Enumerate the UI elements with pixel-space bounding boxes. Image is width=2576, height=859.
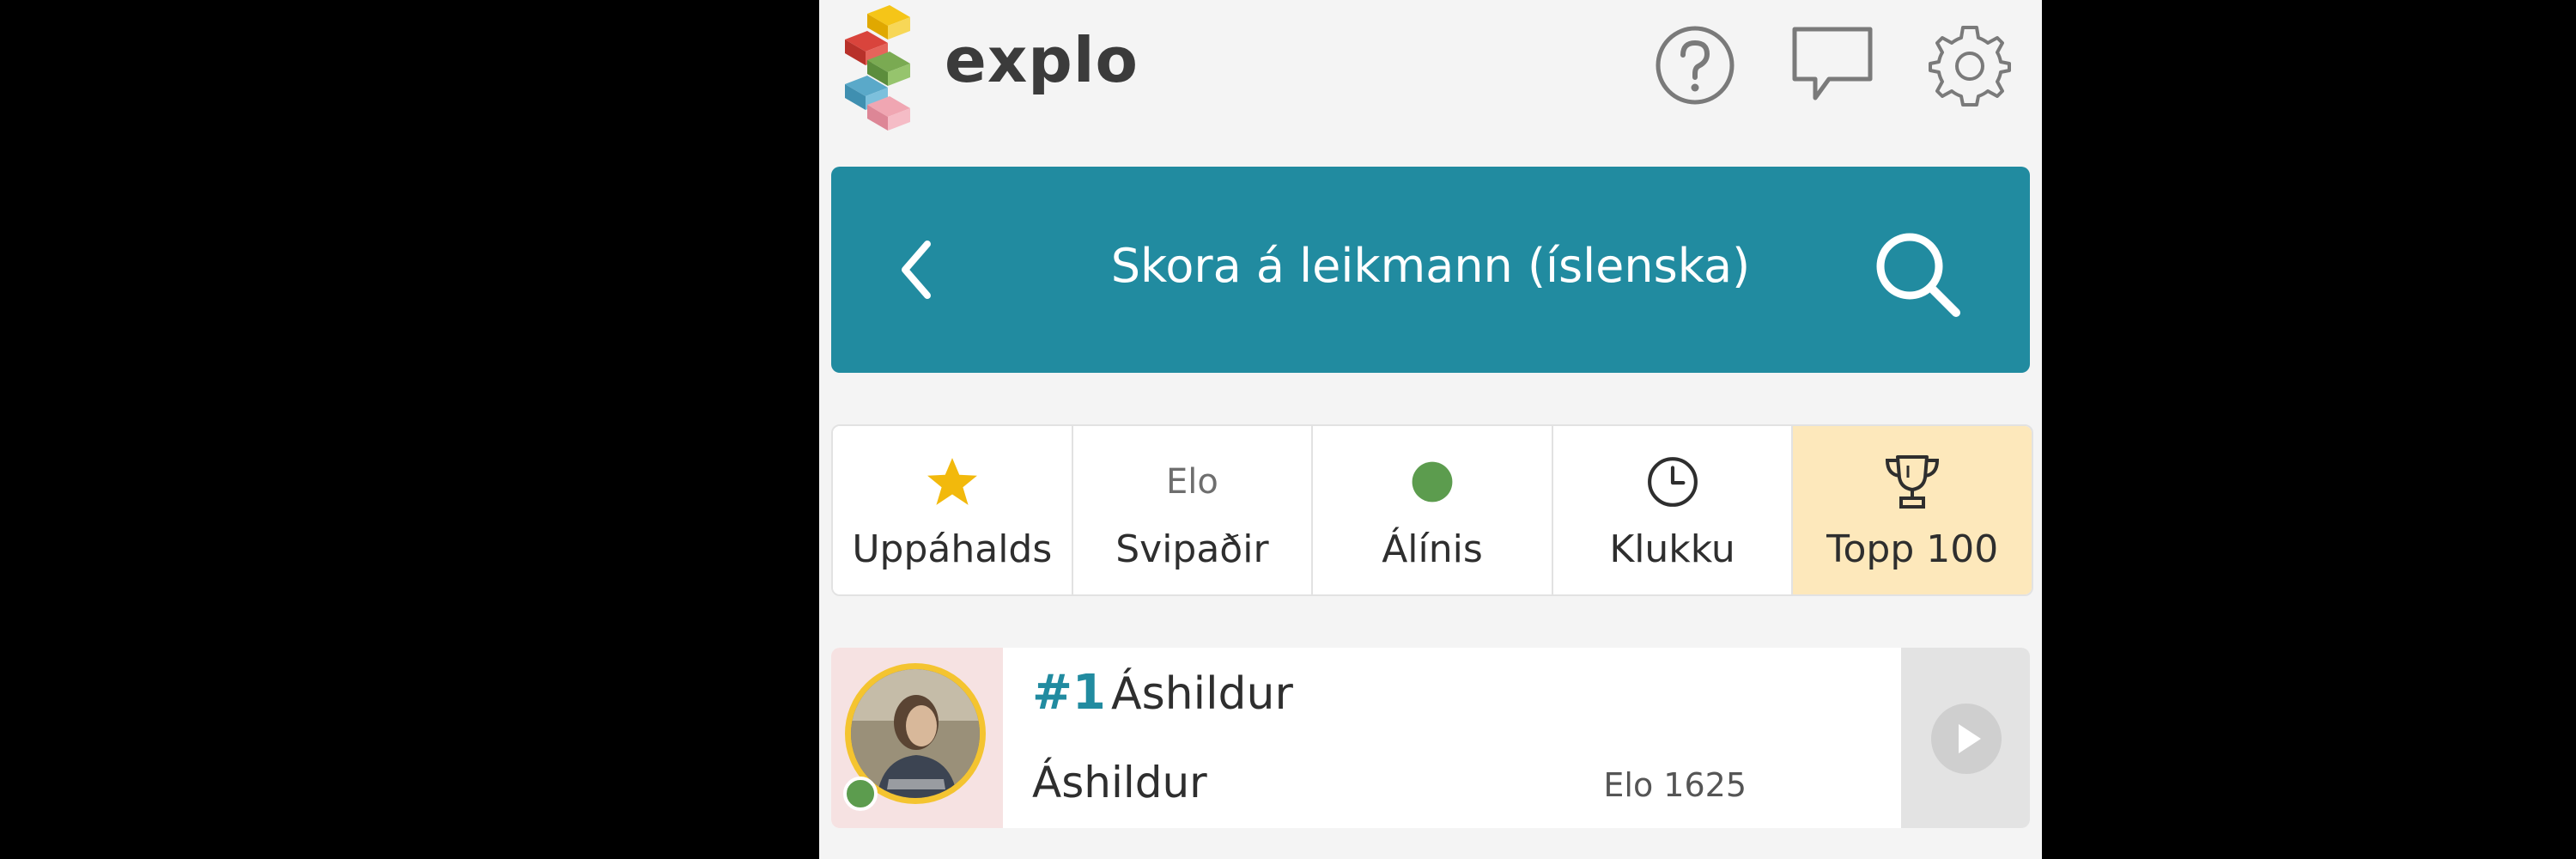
tab-online[interactable]: Álínis <box>1313 426 1553 594</box>
tab-favorites[interactable]: Uppáhalds <box>833 426 1073 594</box>
header-banner: Skora á leikmann (íslenska) <box>831 167 2030 373</box>
online-dot-icon <box>1313 452 1552 512</box>
explo-logo <box>841 5 919 131</box>
search-icon[interactable] <box>1870 227 1965 321</box>
online-status-dot <box>843 777 878 811</box>
tab-top-100[interactable]: Topp 100 <box>1793 426 2032 594</box>
tab-label: Uppáhalds <box>852 527 1053 571</box>
avatar-pane <box>831 648 1003 828</box>
player-rank: #1 <box>1032 665 1106 721</box>
tab-clock[interactable]: Klukku <box>1552 426 1794 594</box>
player-username: Áshildur <box>1111 668 1293 720</box>
star-icon <box>833 452 1072 512</box>
clock-icon <box>1553 452 1792 512</box>
page-title: Skora á leikmann (íslenska) <box>1110 239 1751 293</box>
tab-label: Klukku <box>1609 527 1735 571</box>
challenge-pane[interactable] <box>1901 648 2030 828</box>
tab-label: Álínis <box>1382 527 1483 571</box>
settings-icon[interactable] <box>1927 22 2013 108</box>
brand-name: explo <box>945 24 1139 96</box>
filter-tabs: Uppáhalds Elo Svipaðir Álínis Klukku Top… <box>831 424 2033 596</box>
chat-icon[interactable] <box>1789 22 1875 108</box>
trophy-icon <box>1793 452 2032 512</box>
player-row[interactable]: #1 Áshildur Áshildur Elo 1625 <box>831 648 2030 828</box>
player-name: Áshildur <box>1032 758 1207 807</box>
play-icon[interactable] <box>1931 704 2002 774</box>
help-icon[interactable] <box>1652 22 1738 108</box>
tab-label: Topp 100 <box>1826 527 1999 571</box>
tab-label: Svipaðir <box>1115 527 1269 571</box>
player-elo: Elo 1625 <box>1603 766 1747 804</box>
app-screen: explo Skora á leikmann (íslenska) Uppáha… <box>819 0 2042 859</box>
tab-similar[interactable]: Elo Svipaðir <box>1072 426 1314 594</box>
elo-icon: Elo <box>1165 462 1218 502</box>
